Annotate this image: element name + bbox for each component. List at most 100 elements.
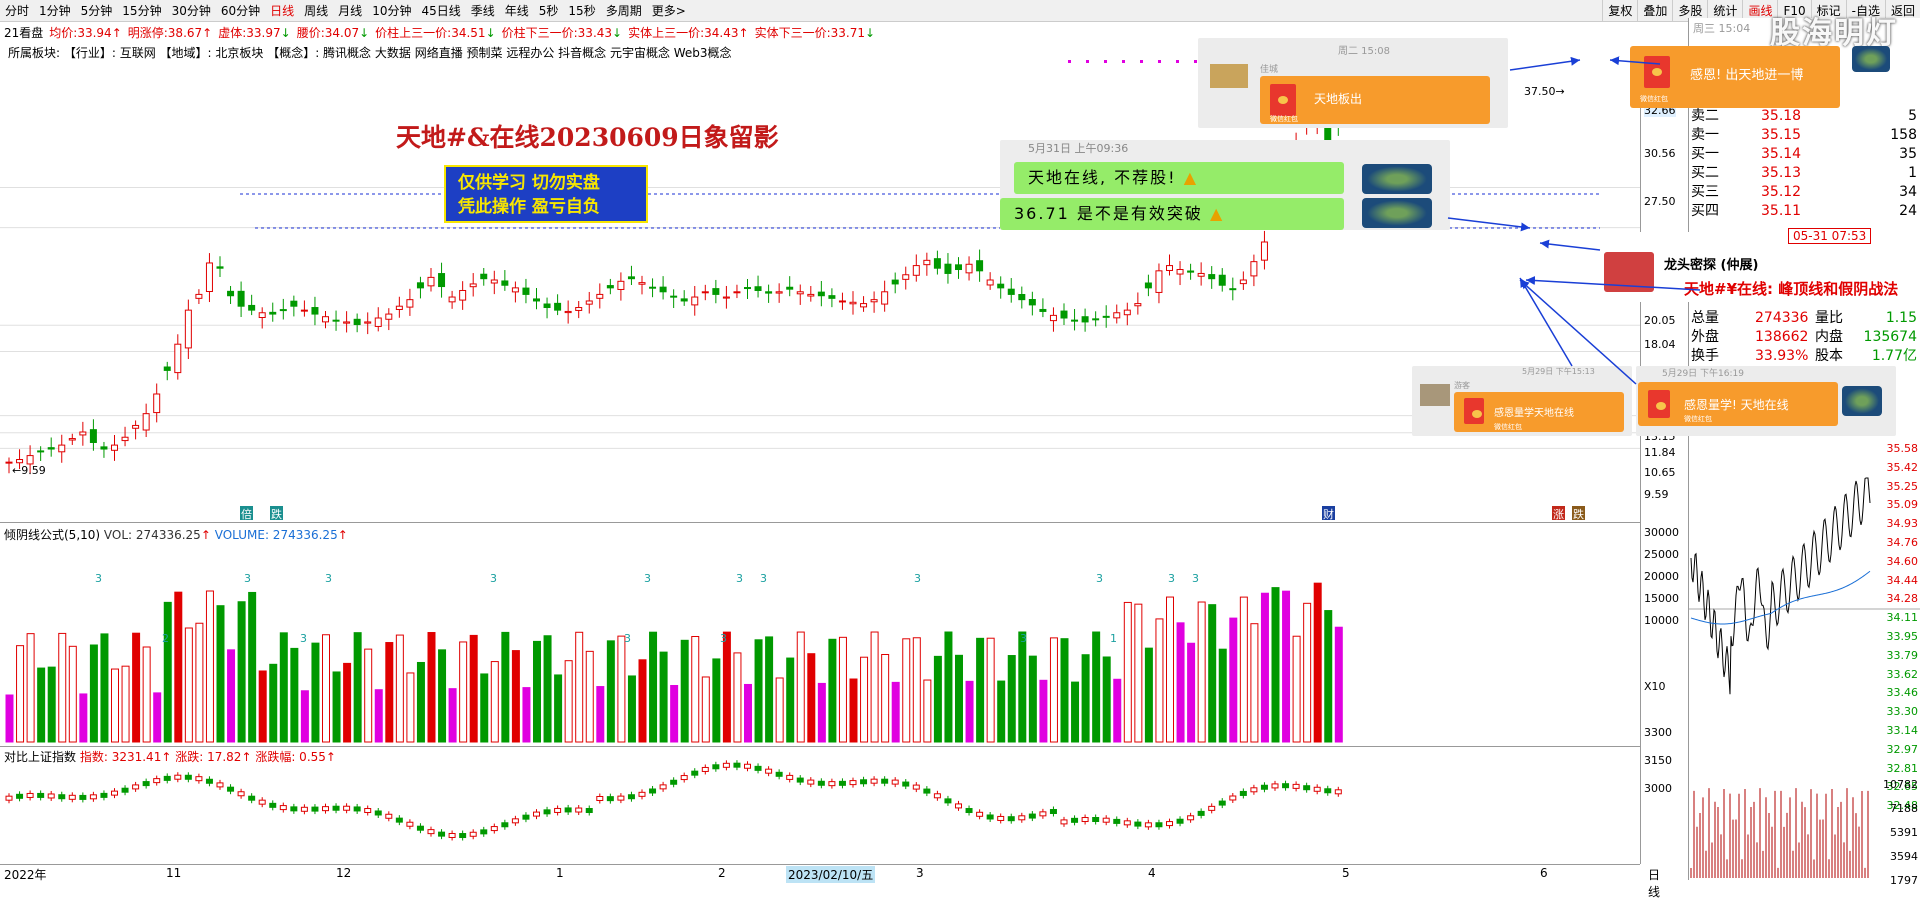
period-tab[interactable]: 分时: [0, 0, 34, 22]
volume-bar: [1123, 601, 1132, 743]
index-candle: [712, 761, 720, 772]
candle: [912, 254, 920, 282]
period-tab[interactable]: 5秒: [534, 0, 564, 22]
index-candle: [1271, 780, 1279, 791]
candlestick-chart[interactable]: ←9.5937.50→倍跌财涨跌: [0, 60, 1640, 520]
period-tab[interactable]: 30分钟: [167, 0, 216, 22]
period-tab[interactable]: 15秒: [563, 0, 600, 22]
volume-signal: 3: [244, 572, 251, 585]
candle: [733, 284, 741, 299]
period-tab[interactable]: 季线: [466, 0, 500, 22]
period-tab[interactable]: 周线: [299, 0, 333, 22]
index-candle: [142, 778, 150, 789]
period-tab[interactable]: 45日线: [416, 0, 465, 22]
period-tab[interactable]: 1分钟: [34, 0, 76, 22]
red-packet: 感恩量学天地在线 微信红包: [1454, 392, 1624, 432]
red-packet-text: 天地板出: [1314, 92, 1363, 106]
volume-bar: [374, 689, 383, 743]
index-candle: [195, 773, 203, 784]
order-book-row: 买四 35.11 24: [1691, 201, 1919, 221]
volume-bar: [1250, 623, 1259, 743]
index-compare-chart[interactable]: [0, 746, 1640, 864]
index-candle: [490, 823, 498, 834]
candle: [881, 280, 889, 312]
period-tab[interactable]: 更多>: [647, 0, 691, 22]
period-tab[interactable]: 月线: [333, 0, 367, 22]
volume-bar: [1134, 603, 1143, 743]
index-tick: 3300: [1644, 726, 1672, 739]
period-tab[interactable]: 日线: [265, 0, 299, 22]
volume-chart[interactable]: 3 2 3 3 3 3 3 3 3 3 3 3 3 3 1 3 3: [0, 522, 1640, 744]
index-candle: [300, 804, 308, 815]
volume-bar: [712, 658, 721, 743]
tool-button[interactable]: 叠加: [1637, 0, 1672, 22]
period-tab[interactable]: 5分钟: [76, 0, 118, 22]
warning-box: 仅供学习 切勿实盘 凭此操作 盈亏自负: [444, 165, 648, 223]
chat-message: 36.71 是不是有效突破 ▲: [1000, 198, 1344, 230]
candle: [216, 256, 224, 278]
period-tab[interactable]: 年线: [500, 0, 534, 22]
quote-label: 明涨停:: [127, 26, 168, 40]
volume-bar: [533, 640, 541, 743]
candle: [817, 281, 825, 307]
order-qty: 5: [1908, 108, 1917, 124]
index-candle: [1324, 785, 1332, 796]
index-candle: [649, 785, 657, 796]
index-candle: [79, 792, 87, 803]
index-candle: [691, 768, 699, 779]
event-badge[interactable]: 涨: [1552, 506, 1565, 520]
index-candle: [617, 793, 625, 804]
volume-bar: [343, 662, 352, 743]
index-candle: [1049, 806, 1057, 817]
event-badge[interactable]: 财: [1322, 506, 1335, 520]
index-candle: [511, 815, 519, 826]
candle: [79, 421, 87, 446]
volume-bar: [1260, 592, 1269, 743]
avatar: [1420, 384, 1450, 406]
index-candle: [786, 772, 794, 783]
volume-bar: [227, 649, 236, 743]
candle: [237, 281, 245, 318]
candle: [153, 383, 161, 423]
index-candle: [448, 830, 456, 841]
stat-cell: 量比: [1815, 310, 1843, 326]
intraday-mini-chart[interactable]: [1689, 458, 1920, 878]
date-tick: 5: [1342, 866, 1350, 880]
index-candle: [1313, 784, 1321, 795]
index-candle: [469, 829, 477, 840]
tool-button[interactable]: 复权: [1602, 0, 1637, 22]
red-packet-icon: [1464, 398, 1484, 424]
index-candle: [1334, 786, 1342, 797]
volume-bar: [585, 650, 594, 743]
chat-message: 天地在线, 不荐股! ▲: [1014, 162, 1344, 194]
event-badge[interactable]: 倍: [240, 506, 253, 520]
volume-bar: [997, 680, 1006, 743]
quote-value: 33.71: [830, 26, 865, 40]
index-candle: [459, 830, 467, 841]
volume-signal: 3: [914, 572, 921, 585]
intraday-tick: 3594: [1890, 850, 1918, 863]
period-tab[interactable]: 60分钟: [216, 0, 265, 22]
period-tab[interactable]: 15分钟: [117, 0, 166, 22]
index-candle: [1102, 815, 1110, 826]
volume-bar: [1239, 596, 1248, 743]
candle: [933, 250, 941, 275]
order-qty: 24: [1899, 203, 1917, 219]
volume-bar: [775, 677, 784, 743]
quote-value: 33.97: [246, 26, 281, 40]
index-candle: [881, 776, 889, 787]
date-tick: 2023/02/10/五: [786, 866, 876, 883]
period-tab[interactable]: 10分钟: [367, 0, 416, 22]
index-candle: [606, 793, 614, 804]
index-candle: [543, 806, 551, 817]
red-packet: 感恩量学! 天地在线 微信红包: [1638, 382, 1838, 426]
index-candle: [1239, 788, 1247, 799]
event-badge[interactable]: 跌: [1572, 506, 1585, 520]
period-tabs: 分时 1分钟 5分钟 15分钟 30分钟 60分钟 日线 周线 月线 10分钟 45日线 季线 年线 5秒…: [0, 0, 691, 22]
stat-cell: 股本: [1815, 348, 1843, 364]
candle: [786, 276, 794, 297]
period-tab[interactable]: 多周期: [601, 0, 647, 22]
event-badge[interactable]: 跌: [270, 506, 283, 520]
candle: [1113, 304, 1121, 324]
price-tick: 11.84: [1644, 446, 1676, 459]
